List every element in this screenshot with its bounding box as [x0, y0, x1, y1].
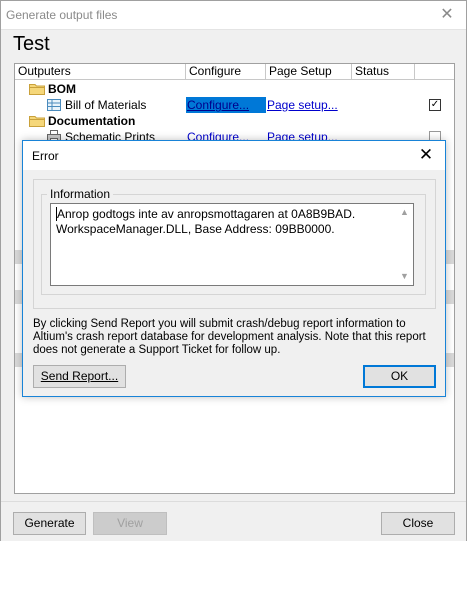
send-report-label: Send Report... — [40, 369, 119, 383]
column-header-page-setup[interactable]: Page Setup — [266, 64, 352, 80]
group-row-bom[interactable]: BOM — [15, 81, 454, 97]
item-row-bill-of-materials[interactable]: Bill of Materials Configure... Page setu… — [15, 97, 454, 113]
window-titlebar: Generate output files ✕ — [1, 1, 466, 30]
column-header-enabled[interactable] — [415, 64, 454, 80]
error-dialog-title: Error — [32, 149, 59, 163]
generate-button[interactable]: Generate — [13, 512, 86, 535]
error-message-line-1-text: Anrop godtogs inte av anropsmottagaren a… — [57, 207, 356, 221]
column-header-outputers[interactable]: Outputers — [15, 64, 186, 80]
group-label-bom: BOM — [48, 82, 76, 96]
enabled-checkbox-bom[interactable]: ✓ — [429, 99, 441, 111]
error-dialog-titlebar: Error ✕ — [23, 141, 445, 170]
send-report-button[interactable]: Send Report... — [33, 365, 126, 388]
error-message-text: Anrop godtogs inte av anropsmottagaren a… — [56, 207, 392, 237]
folder-icon — [29, 116, 45, 127]
message-scrollbar[interactable]: ▲ ▼ — [397, 205, 412, 284]
window-close-button[interactable]: ✕ — [436, 4, 458, 26]
close-button[interactable]: Close — [381, 512, 455, 535]
scroll-up-icon[interactable]: ▲ — [397, 205, 412, 220]
scroll-down-icon[interactable]: ▼ — [397, 269, 412, 284]
grid-header: Outputers Configure Page Setup Status — [15, 64, 454, 80]
group-label-documentation: Documentation — [48, 114, 136, 128]
page-setup-link-bom[interactable]: Page setup... — [267, 97, 338, 113]
error-message-textarea[interactable]: Anrop godtogs inte av anropsmottagaren a… — [50, 203, 414, 286]
information-group-label: Information — [47, 187, 114, 201]
window-title: Generate output files — [6, 8, 118, 22]
bom-table-icon — [47, 99, 61, 111]
item-label-bill-of-materials: Bill of Materials — [65, 98, 147, 112]
view-button[interactable]: View — [93, 512, 167, 535]
column-header-status[interactable]: Status — [352, 64, 415, 80]
column-header-configure[interactable]: Configure — [186, 64, 266, 80]
group-row-documentation[interactable]: Documentation — [15, 113, 454, 129]
error-message-line-2: WorkspaceManager.DLL, Base Address: 09BB… — [56, 222, 335, 236]
error-dialog-close-button[interactable]: ✕ — [414, 144, 438, 166]
configure-link-bom[interactable]: Configure... — [186, 97, 266, 113]
error-dialog: Error ✕ Information Anrop godtogs inte a… — [22, 140, 446, 397]
error-message-line-1: Anrop godtogs inte av anropsmottagaren a… — [56, 207, 392, 222]
folder-icon — [29, 84, 45, 95]
send-report-note: By clicking Send Report you will submit … — [33, 318, 426, 356]
page-title: Test — [13, 33, 50, 55]
button-bar: Generate View Close — [1, 501, 466, 541]
ok-button[interactable]: OK — [363, 365, 436, 388]
